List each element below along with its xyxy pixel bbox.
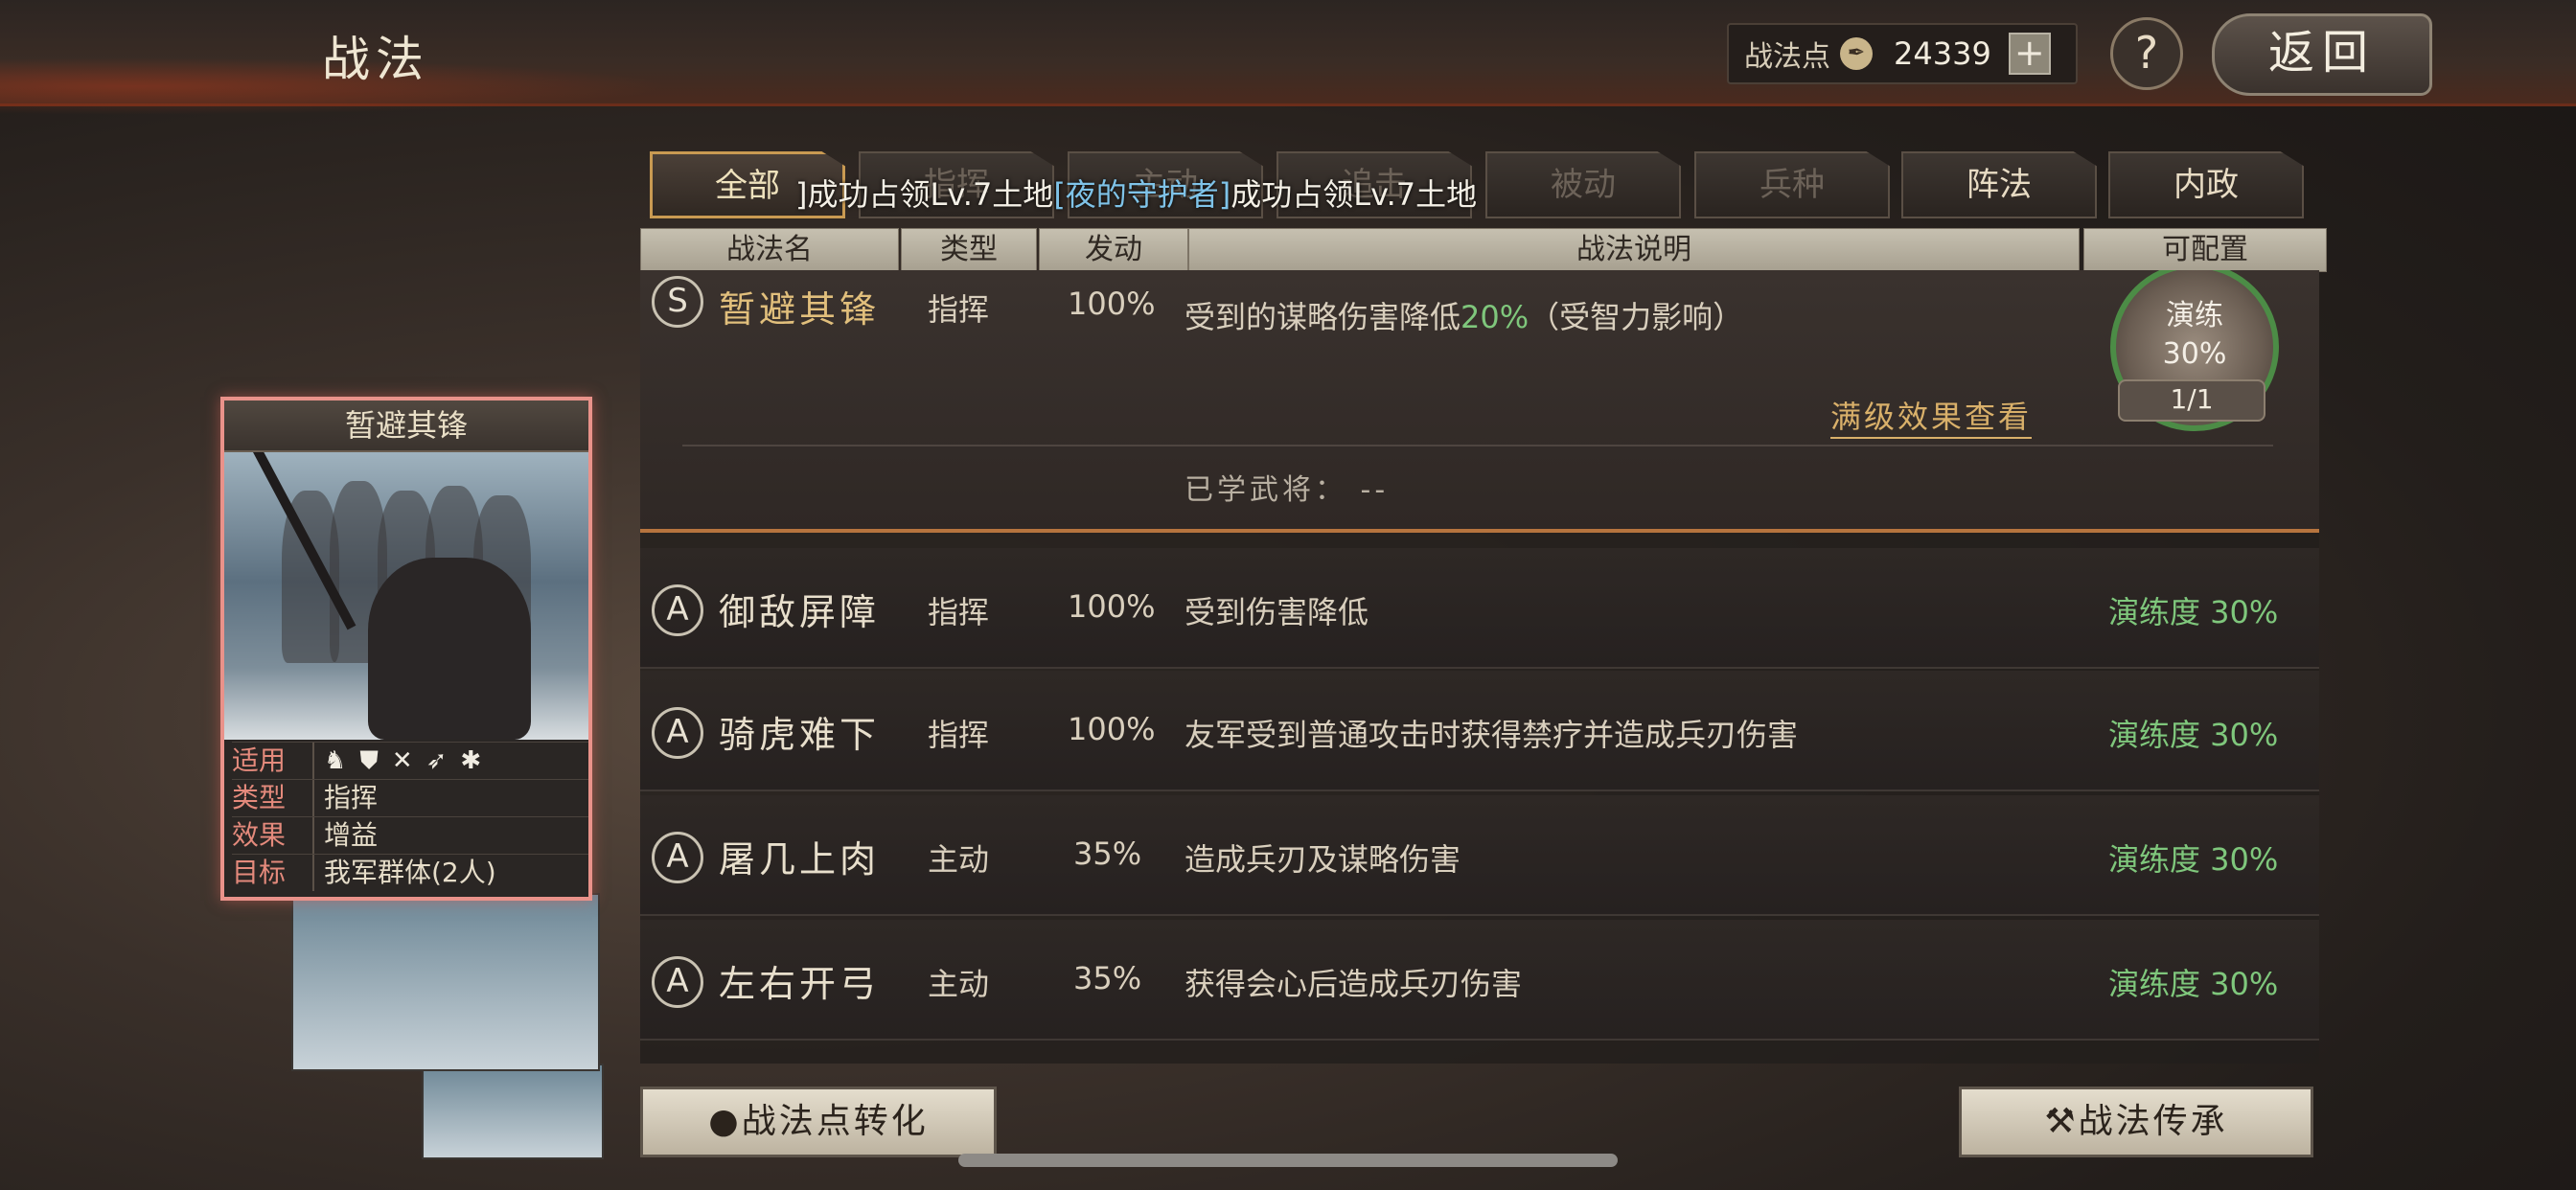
tactic-trigger: 35% [1073,960,1142,996]
grade-badge: A [652,707,703,759]
apply-label: 适用 [232,744,287,776]
marquee-text-2: 成功占领Lv.7土地 [1230,176,1478,213]
back-button[interactable]: 返回 [2212,13,2432,96]
tactic-name: 骑虎难下 [719,714,881,756]
target-value: 我军群体(2人) [312,855,496,891]
full-level-effect-link[interactable]: 满级效果查看 [1830,393,2033,439]
selected-skill-card[interactable]: 暂避其锋 适用 ♞ ⛊ ✕ ➶ ✱ 类型 指挥 效果 增益 目标 我军群体(2人… [220,397,592,901]
marquee-text-1: ]成功占领Lv.7土地 [795,176,1054,213]
cavalry-icon: ♞ [324,746,347,775]
troop-type-icons: ♞ ⛊ ✕ ➶ ✱ [312,743,481,779]
card-artwork [224,452,588,740]
wheel-icon: ✱ [460,746,482,775]
divider [682,445,2273,446]
proficiency-value: 30% [2162,337,2227,371]
tactic-name: 御敌屏障 [719,591,881,633]
convert-label: 战法点转化 [741,1102,929,1141]
points-label: 战法点 [1744,40,1830,74]
stacked-card-2[interactable] [422,1064,604,1159]
effect-label: 效果 [232,819,287,851]
tactic-type: 主动 [928,841,990,878]
tactic-list[interactable]: S 暂避其锋 指挥 100% 受到的谋略伤害降低20%（受智力影响） 演练 30… [640,270,2319,1064]
type-value: 指挥 [312,780,378,816]
col-header-type[interactable]: 类型 [901,228,1037,272]
tactic-description: 获得会心后造成兵刃伤害 [1184,966,1523,1002]
grade-badge: A [652,832,703,883]
tactic-description: 友军受到普通攻击时获得禁疗并造成兵刃伤害 [1184,717,1799,753]
points-value: 24339 [1894,35,1991,72]
col-header-trigger[interactable]: 发动 [1039,228,1188,272]
card-effect-row: 效果 增益 [232,816,588,854]
card-target-row: 目标 我军群体(2人) [232,854,588,891]
col-header-name[interactable]: 战法名 [640,228,899,272]
tab-formation[interactable]: 阵法 [1901,151,2097,218]
list-item[interactable]: A 骑虎难下 指挥 100% 友军受到普通攻击时获得禁疗并造成兵刃伤害 演练度 … [640,671,2319,791]
stacked-card-1[interactable] [291,893,600,1071]
tactic-description: 造成兵刃及谋略伤害 [1184,841,1461,878]
tactic-trigger: 100% [1068,588,1156,625]
tab-passive[interactable]: 被动 [1485,151,1681,218]
proficiency: 演练度 30% [2108,966,2279,1002]
tactic-type: 指挥 [928,291,990,328]
grade-badge: A [652,956,703,1008]
tactic-trigger: 35% [1073,835,1142,872]
shield-icon: ⛊ [359,746,379,775]
inherit-label: 战法传承 [2078,1102,2228,1141]
card-apply-row: 适用 ♞ ⛊ ✕ ➶ ✱ [232,742,588,779]
type-label: 类型 [232,782,287,813]
hammer-icon: ⚒ [2044,1102,2079,1141]
list-item[interactable]: A 屠几上肉 主动 35% 造成兵刃及谋略伤害 演练度 30% [640,795,2319,916]
target-label: 目标 [232,857,287,888]
top-bar: 战法 战法点 ✒ 24339 + ? 返回 [0,0,2576,115]
add-points-button[interactable]: + [2008,33,2051,75]
card-type-row: 类型 指挥 [232,779,588,816]
expanded-tactic-row[interactable]: S 暂避其锋 指挥 100% 受到的谋略伤害降低20%（受智力影响） 演练 30… [640,270,2319,533]
tab-troop[interactable]: 兵种 [1694,151,1890,218]
page-title: 战法 [322,32,429,87]
spear-icon: ➶ [426,746,448,775]
tactic-trigger: 100% [1068,286,1156,322]
list-item[interactable]: A 御敌屏障 指挥 100% 受到伤害降低 演练度 30% [640,548,2319,669]
desc-suffix: （受智力影响） [1529,299,1744,335]
card-skill-name: 暂避其锋 [224,400,588,452]
tactic-description: 受到伤害降低 [1184,594,1369,630]
tactic-type: 主动 [928,966,990,1002]
marquee-player-name: [夜的守护者] [1053,176,1231,213]
col-header-description: 战法说明 [1188,228,2080,272]
tactic-type: 指挥 [928,594,990,630]
drop-icon: ● [708,1102,742,1141]
inherit-tactic-button[interactable]: ⚒战法传承 [1959,1087,2313,1157]
feather-coin-icon: ✒ [1840,37,1873,70]
learned-value: -- [1360,473,1390,507]
desc-value: 20% [1460,299,1530,335]
configured-count-badge: 1/1 [2118,379,2266,422]
crossbow-icon: ✕ [391,746,413,775]
grade-badge: S [652,276,703,328]
grade-badge: A [652,584,703,636]
tactic-name: 屠几上肉 [719,838,881,881]
proficiency: 演练度 30% [2108,594,2279,630]
tactic-name: 左右开弓 [719,963,881,1005]
tactic-points-display: 战法点 ✒ 24339 + [1727,23,2078,84]
proficiency-label: 演练 [2166,299,2223,332]
learned-generals: 已学武将： -- [1184,466,1389,508]
list-item[interactable]: A 左右开弓 主动 35% 获得会心后造成兵刃伤害 演练度 30% [640,920,2319,1041]
tactic-type: 指挥 [928,717,990,753]
proficiency: 演练度 30% [2108,841,2279,878]
tactic-name: 暂避其锋 [719,288,881,331]
proficiency: 演练度 30% [2108,717,2279,753]
tactic-description: 受到的谋略伤害降低20%（受智力影响） [1184,293,1743,337]
tactic-trigger: 100% [1068,711,1156,747]
card-properties: 适用 ♞ ⛊ ✕ ➶ ✱ 类型 指挥 效果 增益 目标 我军群体(2人) [224,740,588,891]
learned-label: 已学武将： [1184,473,1347,507]
tab-domestic[interactable]: 内政 [2108,151,2304,218]
announcement-marquee: ]成功占领Lv.7土地[夜的守护者]成功占领Lv.7土地 [795,171,1477,215]
convert-points-button[interactable]: ●战法点转化 [640,1087,997,1157]
col-header-configurable[interactable]: 可配置 [2083,228,2327,272]
home-indicator[interactable] [958,1154,1618,1167]
desc-prefix: 受到的谋略伤害降低 [1184,299,1461,335]
help-button[interactable]: ? [2110,17,2183,90]
effect-value: 增益 [312,817,378,854]
